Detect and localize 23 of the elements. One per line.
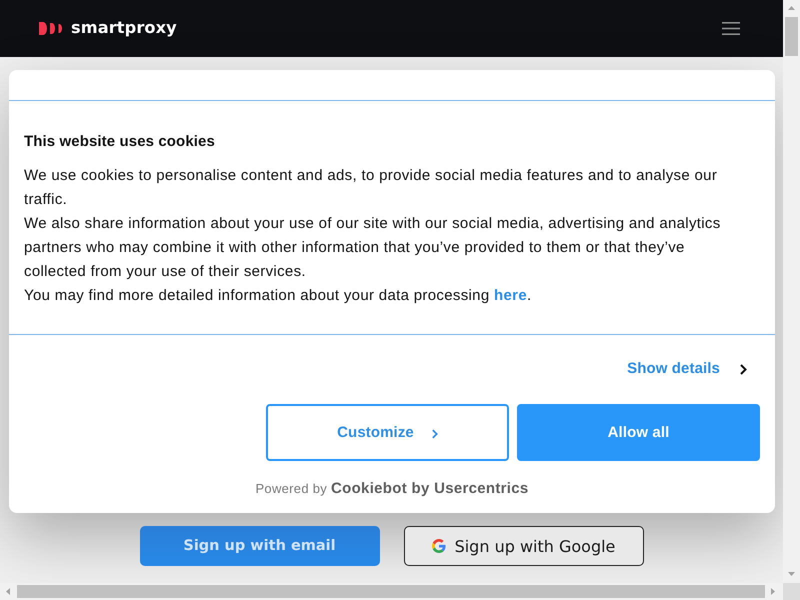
horizontal-scrollbar[interactable] (0, 583, 783, 600)
scrollbar-thumb[interactable] (17, 585, 765, 598)
scroll-up-arrow-icon[interactable] (787, 4, 796, 13)
brand-name[interactable]: smartproxy (71, 18, 177, 38)
allow-all-button[interactable]: Allow all (517, 404, 760, 461)
dialog-title: This website uses cookies (24, 133, 216, 151)
powered-by-text: Powered by Cookiebot by Usercentrics (254, 480, 530, 498)
google-signup-button[interactable]: Sign up with Google (404, 526, 644, 566)
chevron-right-icon (432, 428, 438, 438)
show-details-button[interactable]: Show details (627, 359, 747, 379)
scrollbar-thumb[interactable] (785, 17, 798, 56)
chevron-right-icon (740, 364, 747, 374)
cookie-paragraph: We also share information about your use of our site with our social media, advertising and analytics partners who may combine it with other information that you’ve provided to them or that they’ve collected from your use of their services. (24, 214, 722, 282)
info-link[interactable]: here (494, 287, 527, 304)
customize-button[interactable]: Customize (266, 404, 509, 461)
google-g-icon (432, 539, 446, 553)
email-signup-button[interactable]: Sign up with email (140, 526, 380, 566)
cookie-paragraph: We use cookies to personalise content and ads, to provide social media features and to analyse our traffic. (24, 166, 718, 210)
vertical-scrollbar[interactable] (783, 0, 800, 583)
scroll-left-arrow-icon[interactable] (4, 587, 13, 596)
cookie-paragraph: You may find more detailed information about your data processing here. (24, 286, 532, 306)
menu-icon[interactable] (722, 22, 740, 35)
logo-icon[interactable] (39, 22, 63, 35)
